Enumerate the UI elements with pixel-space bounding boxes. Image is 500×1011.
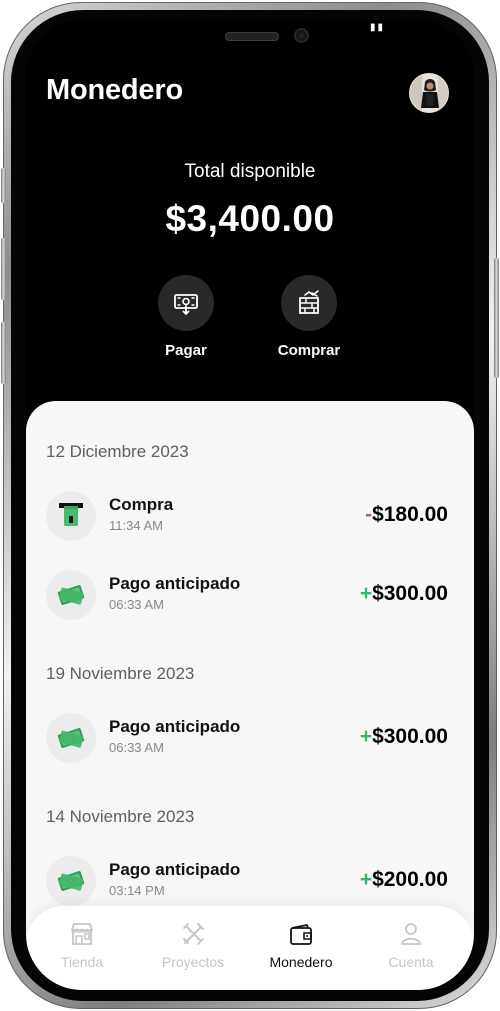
bottom-navigation: Tienda Proyectos Monedero Cuenta: [26, 906, 474, 990]
store-icon: [71, 923, 93, 945]
transactions-sheet: 12 Diciembre 2023 Compra 11:34 AM -$180.…: [26, 401, 474, 990]
nav-store[interactable]: Tienda: [34, 919, 130, 977]
tools-icon: [183, 923, 204, 945]
wallet-header: ▮▮ Monedero Total disponible $3,400.00 P…: [26, 20, 474, 410]
transaction-time: 06:33 AM: [109, 740, 164, 755]
nav-projects-label: Proyectos: [161, 954, 225, 970]
available-balance-label: Total disponible: [184, 161, 316, 182]
transaction-time: 11:34 AM: [109, 518, 163, 533]
nav-store-label: Tienda: [60, 954, 104, 970]
amount-sign: +: [359, 582, 373, 605]
pay-button-circle: [158, 275, 214, 331]
amount-value: $200.00: [372, 868, 448, 891]
available-balance-amount: $3,400.00: [165, 198, 335, 239]
transaction-row[interactable]: Pago anticipado 03:14 PM +$200.00: [46, 856, 456, 908]
volume-down-button: [1, 322, 6, 384]
date-heading: 12 Diciembre 2023: [46, 442, 189, 461]
transaction-icon-wrap: [46, 491, 96, 541]
transaction-title: Pago anticipado: [109, 574, 241, 593]
amount-value: $300.00: [372, 725, 448, 748]
nav-wallet[interactable]: Monedero: [253, 919, 349, 977]
transaction-time: 03:14 PM: [109, 883, 165, 898]
speaker-grille: [225, 32, 279, 41]
pay-label: Pagar: [165, 342, 207, 359]
avatar[interactable]: [409, 73, 449, 113]
transaction-icon-wrap: [46, 570, 96, 620]
mute-switch: [1, 168, 6, 203]
transaction-title: Pago anticipado: [109, 860, 241, 879]
transaction-row[interactable]: Pago anticipado 06:33 AM +$300.00: [46, 713, 456, 765]
battery-icon: ▮▮: [370, 22, 386, 33]
phone-screen: ▮▮ Monedero Total disponible $3,400.00 P…: [26, 20, 474, 990]
transaction-amount: +$300.00: [360, 582, 448, 606]
transaction-amount: +$300.00: [360, 725, 448, 749]
transaction-time: 06:33 AM: [109, 597, 164, 612]
buy-button-circle: [281, 275, 337, 331]
transaction-row[interactable]: Pago anticipado 06:33 AM +$300.00: [46, 570, 456, 622]
power-button: [494, 258, 499, 378]
nav-wallet-label: Monedero: [269, 954, 333, 970]
transaction-row[interactable]: Compra 11:34 AM -$180.00: [46, 491, 456, 543]
nav-account[interactable]: Cuenta: [363, 919, 459, 977]
nav-projects[interactable]: Proyectos: [145, 919, 241, 977]
wallet-icon: [290, 924, 312, 945]
date-heading: 14 Noviembre 2023: [46, 807, 195, 826]
transaction-title: Compra: [109, 495, 174, 514]
transaction-amount: +$200.00: [360, 868, 448, 892]
user-avatar-icon: [410, 74, 448, 112]
cash-icon: [57, 871, 85, 891]
date-heading: 19 Noviembre 2023: [46, 664, 195, 683]
buy-button[interactable]: Comprar: [264, 275, 354, 367]
transaction-amount: -$180.00: [365, 503, 448, 527]
transaction-title: Pago anticipado: [109, 717, 241, 736]
buy-label: Comprar: [277, 342, 341, 359]
amount-sign: +: [359, 725, 373, 748]
pay-button[interactable]: Pagar: [141, 275, 231, 367]
front-camera-icon: [294, 28, 309, 43]
amount-value: $180.00: [372, 503, 448, 526]
receipt-icon: [59, 503, 83, 526]
cash-icon: [57, 585, 85, 605]
transaction-icon-wrap: [46, 713, 96, 763]
cash-icon: [57, 728, 85, 748]
nav-account-label: Cuenta: [388, 954, 434, 970]
amount-sign: +: [359, 868, 373, 891]
page-title: Monedero: [46, 74, 183, 106]
camera-notch: [129, 20, 371, 60]
payment-icon: [174, 294, 198, 315]
volume-up-button: [1, 238, 6, 300]
transaction-icon-wrap: [46, 856, 96, 906]
brick-icon: [299, 290, 319, 314]
amount-value: $300.00: [372, 582, 448, 605]
user-icon: [401, 923, 421, 945]
